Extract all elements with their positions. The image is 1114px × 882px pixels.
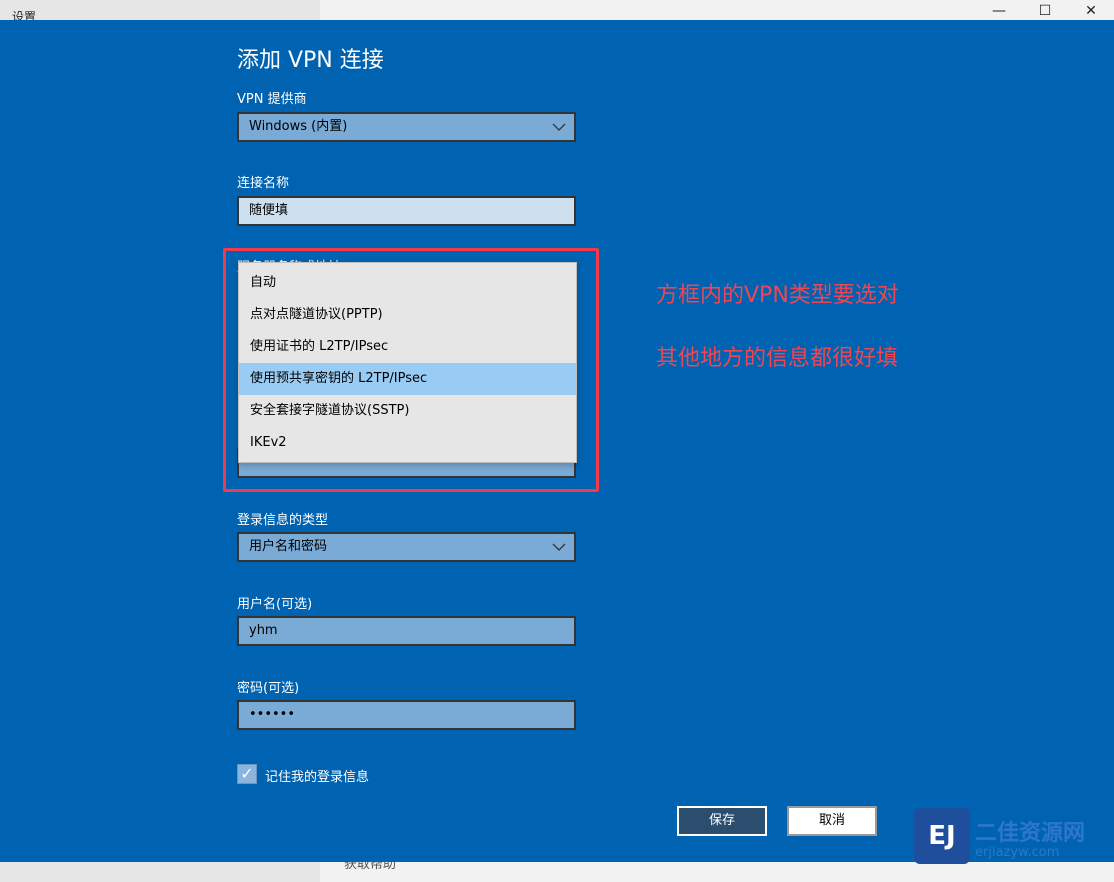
annotation-line-2: 其他地方的信息都很好填 [656, 346, 899, 371]
remember-checkbox[interactable]: ✓ [237, 764, 257, 784]
remember-label: 记住我的登录信息 [265, 770, 370, 785]
provider-value: Windows (内置) [249, 119, 348, 134]
save-button[interactable]: 保存 [677, 806, 767, 836]
watermark-logo: EJ [914, 808, 970, 864]
maximize-icon[interactable]: ☐ [1030, 3, 1060, 19]
cancel-button[interactable]: 取消 [787, 806, 877, 836]
chevron-down-icon [552, 114, 566, 150]
minimize-icon[interactable]: — [984, 3, 1014, 19]
username-input[interactable]: yhm [237, 616, 576, 646]
signin-type-label: 登录信息的类型 [237, 513, 329, 528]
checkmark-icon: ✓ [240, 764, 254, 783]
watermark-text: 二佳资源网 [975, 821, 1086, 846]
provider-select[interactable]: Windows (内置) [237, 112, 576, 142]
watermark-sub: erjiazyw.com [975, 845, 1060, 860]
annotation-line-1: 方框内的VPN类型要选对 [656, 283, 899, 308]
username-label: 用户名(可选) [237, 597, 313, 612]
password-label: 密码(可选) [237, 681, 300, 696]
password-input[interactable]: •••••• [237, 700, 576, 730]
provider-label: VPN 提供商 [237, 92, 307, 107]
connection-name-label: 连接名称 [237, 176, 290, 191]
chevron-down-icon [552, 534, 566, 570]
signin-type-select[interactable]: 用户名和密码 [237, 532, 576, 562]
signin-type-value: 用户名和密码 [249, 539, 328, 554]
add-vpn-dialog: 添加 VPN 连接 VPN 提供商 Windows (内置) 连接名称 随便填 … [0, 20, 1114, 862]
highlight-box [223, 248, 599, 492]
connection-name-input[interactable]: 随便填 [237, 196, 576, 226]
close-icon[interactable]: ✕ [1076, 3, 1106, 19]
dialog-title: 添加 VPN 连接 [237, 48, 384, 73]
